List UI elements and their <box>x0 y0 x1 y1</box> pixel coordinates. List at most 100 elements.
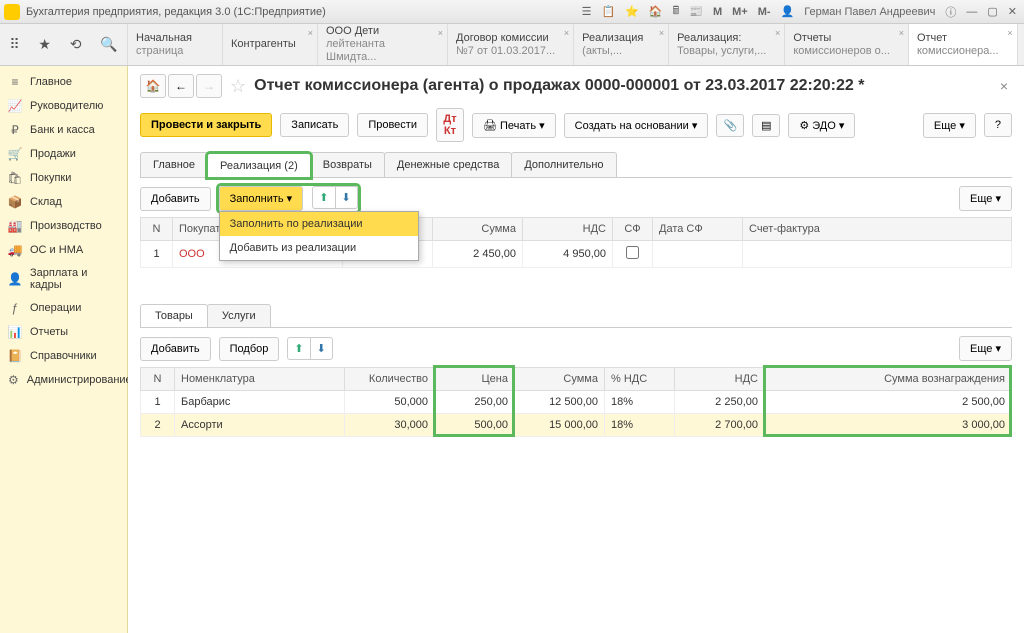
real-more-button[interactable]: Еще ▾ <box>959 186 1012 211</box>
goods-add-button[interactable]: Добавить <box>140 337 211 361</box>
favorite-star-icon[interactable]: ☆ <box>230 76 246 97</box>
tab-close-icon[interactable]: × <box>564 27 569 40</box>
m-icon[interactable]: M <box>710 6 725 18</box>
app-tabs: ⠿ ★ ⟲ 🔍 НачальнаястраницаКонтрагенты×ООО… <box>0 24 1024 66</box>
post-button[interactable]: Провести <box>357 113 428 137</box>
back-button[interactable]: ← <box>168 74 194 98</box>
sidebar-icon: ₽ <box>8 123 22 137</box>
tab-close-icon[interactable]: × <box>659 27 664 40</box>
app-tab[interactable]: Отчеткомиссионера...× <box>909 24 1018 65</box>
sf-checkbox[interactable] <box>626 246 639 259</box>
sidebar-icon: 🏭 <box>8 219 22 233</box>
tool-icon[interactable]: 🏠 <box>646 5 666 18</box>
table-row[interactable]: 2Ассорти30,000500,0015 000,0018%2 700,00… <box>141 414 1012 437</box>
close-icon[interactable]: ✕ <box>1005 5 1020 18</box>
attach-button[interactable]: 📎 <box>716 114 744 137</box>
app-tab[interactable]: Реализация(акты,...× <box>574 24 669 65</box>
sidebar-item[interactable]: 🏭Производство <box>0 214 127 238</box>
goods-table[interactable]: N Номенклатура Количество Цена Сумма % Н… <box>140 367 1012 437</box>
tool-icon[interactable]: 📰 <box>686 5 706 18</box>
tab-services[interactable]: Услуги <box>207 304 271 327</box>
tab-cash[interactable]: Денежные средства <box>384 152 512 177</box>
sidebar-item[interactable]: ≡Главное <box>0 70 127 94</box>
app-tab[interactable]: ООО Детилейтенанта Шмидта...× <box>318 24 448 65</box>
fill-by-realization[interactable]: Заполнить по реализации <box>220 212 418 236</box>
tab-close-icon[interactable]: × <box>1007 27 1012 40</box>
maximize-icon[interactable]: ▢ <box>984 5 1000 18</box>
fill-menu: Заполнить по реализации Добавить из реал… <box>219 211 419 261</box>
app-tab[interactable]: Контрагенты× <box>223 24 318 65</box>
close-doc-icon[interactable]: × <box>996 78 1012 94</box>
create-by-button[interactable]: Создать на основании ▾ <box>564 113 709 138</box>
sidebar: ≡Главное📈Руководителю ₽ Банк и касса 🛒Прода… <box>0 66 128 633</box>
help-button[interactable]: ? <box>984 113 1012 137</box>
col-n: N <box>141 218 173 241</box>
window-title: Бухгалтерия предприятия, редакция 3.0 (1… <box>26 6 573 18</box>
post-close-button[interactable]: Провести и закрыть <box>140 113 272 137</box>
m-minus-icon[interactable]: M- <box>755 6 774 18</box>
user-name[interactable]: Герман Павел Андреевич <box>801 6 938 18</box>
move-down-icon[interactable]: ⬇ <box>336 187 357 208</box>
add-from-realization[interactable]: Добавить из реализации <box>220 236 418 260</box>
sidebar-item[interactable]: 📦Склад <box>0 190 127 214</box>
tab-other[interactable]: Дополнительно <box>511 152 616 177</box>
sidebar-item[interactable]: 🛒Продажи <box>0 142 127 166</box>
sidebar-item[interactable]: 🛍Покупки <box>0 166 127 190</box>
history-icon[interactable]: ⟲ <box>70 36 82 53</box>
sidebar-item[interactable]: 📔Справочники <box>0 344 127 368</box>
info-icon[interactable]: ⓘ <box>942 4 959 20</box>
tool-icon[interactable]: 📋 <box>599 5 619 18</box>
forward-button[interactable]: → <box>196 74 222 98</box>
user-icon[interactable]: 👤 <box>778 5 798 18</box>
app-tab[interactable]: Начальнаястраница <box>128 24 223 65</box>
search-icon[interactable]: 🔍 <box>100 36 117 53</box>
save-button[interactable]: Записать <box>280 113 349 137</box>
move-down-icon[interactable]: ⬇ <box>311 338 332 359</box>
tool-icon[interactable]: 🖩 <box>670 2 683 21</box>
sidebar-item[interactable]: 📈Руководителю <box>0 94 127 118</box>
list-button[interactable]: ▤ <box>752 114 780 137</box>
gcol-nom: Номенклатура <box>175 368 345 391</box>
tab-realization[interactable]: Реализация (2) <box>207 153 311 178</box>
edo-button[interactable]: ⚙ ЭДО ▾ <box>788 113 855 138</box>
col-sf: СФ <box>613 218 653 241</box>
sidebar-item[interactable]: ƒОперации <box>0 296 127 320</box>
minimize-icon[interactable]: — <box>963 6 980 18</box>
home-button[interactable]: 🏠 <box>140 74 166 98</box>
apps-icon[interactable]: ⠿ <box>9 36 19 53</box>
tab-goods[interactable]: Товары <box>140 304 208 327</box>
sidebar-item[interactable]: 👤Зарплата и кадры <box>0 262 127 296</box>
sidebar-label: Банк и касса <box>30 124 95 136</box>
fill-button[interactable]: Заполнить ▾ <box>219 186 304 211</box>
move-up-icon[interactable]: ⬆ <box>288 338 310 359</box>
goods-pick-button[interactable]: Подбор <box>219 337 280 361</box>
gcol-price: Цена <box>435 368 515 391</box>
tab-close-icon[interactable]: × <box>775 27 780 40</box>
move-up-icon[interactable]: ⬆ <box>313 187 335 208</box>
table-row[interactable]: 1Барбарис50,000250,0012 500,0018%2 250,0… <box>141 391 1012 414</box>
print-button[interactable]: 🖨 Печать ▾ <box>472 113 556 138</box>
tab-close-icon[interactable]: × <box>899 27 904 40</box>
add-button[interactable]: Добавить <box>140 187 211 211</box>
tab-returns[interactable]: Возвраты <box>310 152 385 177</box>
sidebar-item[interactable]: 🚚ОС и НМА <box>0 238 127 262</box>
more-button[interactable]: Еще ▾ <box>923 113 976 138</box>
sidebar-item[interactable]: ₽ Банк и касса <box>0 118 127 142</box>
tool-icon[interactable]: ☰ <box>579 5 595 18</box>
app-tab[interactable]: Отчетыкомиссионеров о...× <box>785 24 909 65</box>
sidebar-item[interactable]: ⚙Администрирование <box>0 368 127 392</box>
col-datesf: Дата СФ <box>653 218 743 241</box>
goods-more-button[interactable]: Еще ▾ <box>959 336 1012 361</box>
tab-main[interactable]: Главное <box>140 152 208 177</box>
app-tab[interactable]: Реализация:Товары, услуги,...× <box>669 24 785 65</box>
tab-close-icon[interactable]: × <box>438 27 443 40</box>
sidebar-icon: 📊 <box>8 325 22 339</box>
sidebar-item[interactable]: 📊Отчеты <box>0 320 127 344</box>
m-plus-icon[interactable]: M+ <box>729 6 751 18</box>
app-tab[interactable]: Договор комиссии№7 от 01.03.2017...× <box>448 24 574 65</box>
star-icon[interactable]: ★ <box>38 36 51 53</box>
sidebar-label: Справочники <box>30 350 97 362</box>
tool-icon[interactable]: ⭐ <box>622 5 642 18</box>
tab-close-icon[interactable]: × <box>308 27 313 40</box>
dt-kt-button[interactable]: ДтКт <box>436 108 464 142</box>
